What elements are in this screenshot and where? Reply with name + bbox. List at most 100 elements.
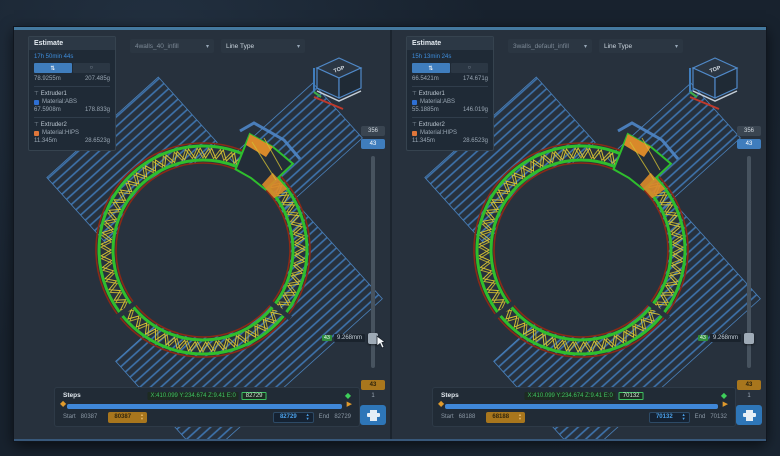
layer-slider: 356 43 43 9.268mm 43 1 bbox=[736, 126, 762, 425]
total-length: 78.9255m bbox=[34, 76, 61, 82]
gcode-coordinates: X:410.099 Y:234.674 Z:9.41 E:0 bbox=[148, 392, 239, 400]
length-icon: ⇅ bbox=[428, 65, 433, 72]
extruder1-name: Extruder1 bbox=[41, 91, 67, 97]
end-value: 82729 bbox=[334, 414, 351, 420]
chevron-down-icon: ▾ bbox=[584, 43, 587, 50]
weight-toggle[interactable]: ○ bbox=[451, 63, 489, 73]
start-marker-icon[interactable]: ◆ bbox=[438, 400, 444, 408]
total-weight: 207.485g bbox=[85, 76, 110, 82]
end-label: End bbox=[695, 414, 706, 420]
end-marker-icon[interactable]: ◆ bbox=[345, 392, 351, 400]
start-step-input[interactable]: 80387 ▲▼ bbox=[108, 412, 147, 423]
abs-swatch bbox=[34, 100, 39, 105]
length-toggle[interactable]: ⇅ bbox=[412, 63, 450, 73]
extruder2-weight: 28.6523g bbox=[463, 138, 488, 144]
weight-icon: ○ bbox=[89, 65, 93, 71]
layer-height-label: 9.268mm bbox=[710, 334, 741, 342]
desktop: { "icons": { "caret": "▾", "diamond": "◆… bbox=[0, 0, 780, 456]
extruder1-name: Extruder1 bbox=[419, 91, 445, 97]
length-toggle[interactable]: ⇅ bbox=[34, 63, 72, 73]
start-stepper[interactable]: ▲▼ bbox=[515, 413, 525, 421]
start-label: Start bbox=[63, 414, 76, 420]
end-step-input[interactable]: 70132 ▲▼ bbox=[649, 412, 690, 423]
weight-toggle[interactable]: ○ bbox=[73, 63, 111, 73]
steps-label: Steps bbox=[441, 392, 459, 399]
start-value: 80387 bbox=[81, 414, 98, 420]
end-value: 70132 bbox=[710, 414, 727, 420]
extruder1-material: Material:ABS bbox=[420, 99, 455, 105]
steps-range-track[interactable] bbox=[67, 404, 342, 409]
start-step-input[interactable]: 68188 ▲▼ bbox=[486, 412, 525, 423]
gcode-coordinates: X:410.099 Y:234.674 Z:9.41 E:0 bbox=[525, 392, 616, 400]
estimate-panel: Estimate 15h 13min 24s ⇅ ○ 66.5421m 174.… bbox=[406, 36, 494, 151]
extruder2-length: 11.345m bbox=[34, 138, 57, 144]
print-button[interactable] bbox=[360, 405, 386, 425]
extruder-icon: ⊤ bbox=[34, 91, 39, 97]
layer-handle-tooltip: 43 9.268mm bbox=[322, 334, 365, 342]
layer-max-chip: 356 bbox=[361, 126, 385, 136]
length-icon: ⇅ bbox=[50, 65, 55, 72]
preview-panel-right: Estimate 15h 13min 24s ⇅ ○ 66.5421m 174.… bbox=[390, 30, 766, 439]
abs-swatch bbox=[412, 100, 417, 105]
extruder-icon: ⊤ bbox=[412, 91, 417, 97]
current-step-value: 82729 bbox=[242, 392, 267, 400]
extruder1-weight: 146.019g bbox=[463, 107, 488, 113]
start-marker-icon[interactable]: ◆ bbox=[60, 400, 66, 408]
view-cube[interactable]: TOP bbox=[310, 54, 368, 112]
layer-slider: 356 43 43 9.268mm 43 1 bbox=[360, 126, 386, 425]
steps-label: Steps bbox=[63, 392, 81, 399]
start-stepper[interactable]: ▲▼ bbox=[137, 413, 147, 421]
steps-bar: Steps X:410.099 Y:234.674 Z:9.41 E:0 701… bbox=[432, 387, 736, 427]
chevron-down-icon: ▾ bbox=[675, 43, 678, 50]
app-window: Estimate 17h 50min 44s ⇅ ○ 78.9255m 207.… bbox=[14, 27, 766, 441]
end-label: End bbox=[319, 414, 330, 420]
layer-bottom-chip: 43 bbox=[361, 380, 385, 390]
mouse-cursor bbox=[376, 335, 386, 349]
start-value: 68188 bbox=[459, 414, 476, 420]
steps-range-track[interactable] bbox=[445, 404, 718, 409]
extruder1-length: 55.1885m bbox=[412, 107, 439, 113]
extruder2-material: Material:HIPS bbox=[42, 130, 79, 136]
extruder-icon: ⊤ bbox=[34, 122, 39, 128]
extruder2-name: Extruder2 bbox=[41, 122, 67, 128]
end-stepper[interactable]: ▲▼ bbox=[303, 413, 313, 421]
line-type-value: Line Type bbox=[226, 43, 254, 50]
view-cube[interactable]: TOP bbox=[686, 54, 744, 112]
layer-slider-handle[interactable] bbox=[744, 333, 754, 344]
end-marker-icon[interactable]: ◆ bbox=[721, 392, 727, 400]
printer-icon bbox=[367, 410, 380, 421]
range-end-arrow-icon[interactable]: ▶ bbox=[723, 401, 728, 408]
file-select-value: 3walls_default_infill bbox=[513, 43, 569, 50]
extruder1-length: 67.5908m bbox=[34, 107, 61, 113]
total-length: 66.5421m bbox=[412, 76, 439, 82]
extruder2-material: Material:HIPS bbox=[420, 130, 457, 136]
printer-icon bbox=[743, 410, 756, 421]
line-type-select[interactable]: Line Type ▾ bbox=[221, 39, 305, 53]
total-weight: 174.671g bbox=[463, 76, 488, 82]
end-step-input[interactable]: 82729 ▲▼ bbox=[273, 412, 314, 423]
weight-icon: ○ bbox=[467, 65, 471, 71]
print-button[interactable] bbox=[736, 405, 762, 425]
extruder2-name: Extruder2 bbox=[419, 122, 445, 128]
estimate-panel: Estimate 17h 50min 44s ⇅ ○ 78.9255m 207.… bbox=[28, 36, 116, 151]
layer-bottom-chip: 43 bbox=[737, 380, 761, 390]
layer-number-badge: 43 bbox=[322, 335, 332, 341]
end-stepper[interactable]: ▲▼ bbox=[679, 413, 689, 421]
range-end-arrow-icon[interactable]: ▶ bbox=[347, 401, 352, 408]
layer-max-chip: 356 bbox=[737, 126, 761, 136]
layer-current-chip: 43 bbox=[361, 139, 385, 149]
extruder2-length: 11.345m bbox=[412, 138, 435, 144]
hips-swatch bbox=[412, 131, 417, 136]
file-select-value: 4walls_40_infill bbox=[135, 43, 179, 50]
extruder2-weight: 28.6523g bbox=[85, 138, 110, 144]
line-type-select[interactable]: Line Type ▾ bbox=[599, 39, 683, 53]
layer-number-badge: 43 bbox=[698, 335, 708, 341]
current-step-value: 70132 bbox=[619, 392, 644, 400]
file-select[interactable]: 4walls_40_infill ▾ bbox=[130, 39, 214, 53]
estimate-title: Estimate bbox=[29, 37, 115, 50]
chevron-down-icon: ▾ bbox=[206, 43, 209, 50]
line-type-value: Line Type bbox=[604, 43, 632, 50]
file-select[interactable]: 3walls_default_infill ▾ bbox=[508, 39, 592, 53]
steps-bar: Steps X:410.099 Y:234.674 Z:9.41 E:0 827… bbox=[54, 387, 360, 427]
preview-panel-left: Estimate 17h 50min 44s ⇅ ○ 78.9255m 207.… bbox=[14, 30, 390, 439]
